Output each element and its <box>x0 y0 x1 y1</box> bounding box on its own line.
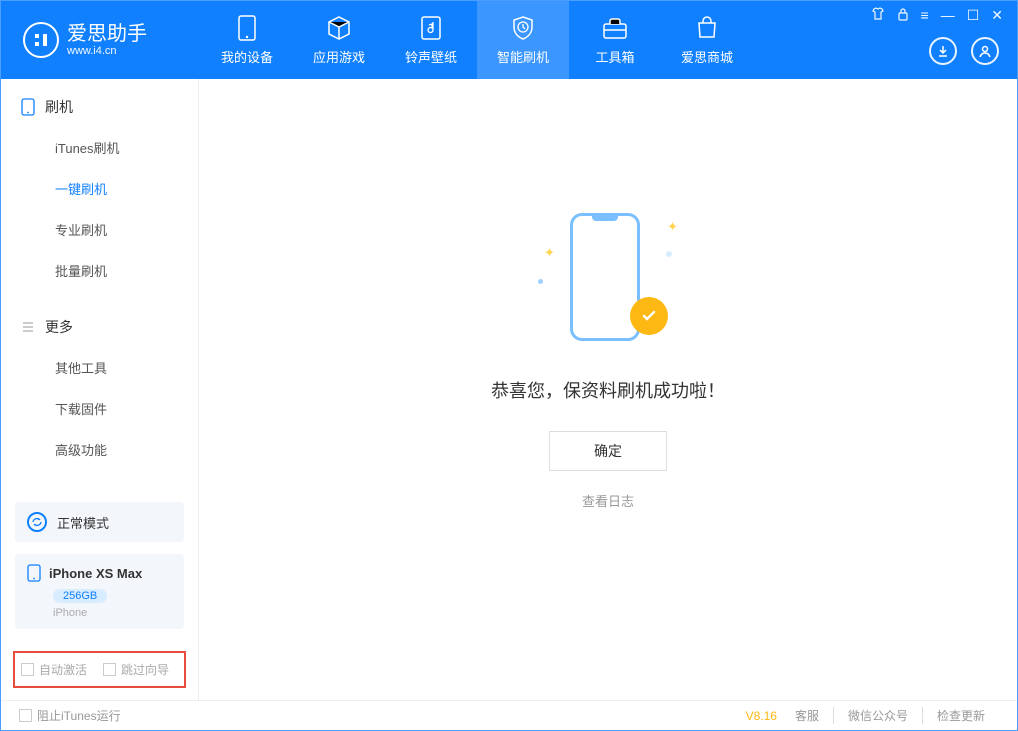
lock-icon[interactable] <box>897 7 909 24</box>
shirt-icon[interactable] <box>871 7 885 24</box>
mode-card[interactable]: 正常模式 <box>15 502 184 542</box>
sidebar-item-advanced[interactable]: 高级功能 <box>1 429 198 470</box>
checkbox-auto-activate[interactable]: 自动激活 <box>21 661 87 678</box>
check-badge-icon <box>630 297 668 335</box>
nav-ringtones[interactable]: 铃声壁纸 <box>385 1 477 79</box>
device-phone-icon <box>27 564 41 582</box>
sync-icon <box>27 512 47 532</box>
checkbox-icon <box>103 663 116 676</box>
checkbox-block-itunes[interactable]: 阻止iTunes运行 <box>19 707 121 724</box>
menu-icon[interactable]: ≡ <box>921 7 929 24</box>
main-panel: ✦ ✦ 恭喜您，保资料刷机成功啦！ 确定 查看日志 <box>199 79 1017 700</box>
device-icon <box>234 15 260 41</box>
sidebar-item-other-tools[interactable]: 其他工具 <box>1 347 198 388</box>
checkbox-icon <box>19 709 32 722</box>
sidebar-item-pro-flash[interactable]: 专业刷机 <box>1 209 198 250</box>
nav-label: 应用游戏 <box>313 47 365 66</box>
checkbox-skip-guide[interactable]: 跳过向导 <box>103 661 169 678</box>
nav-store[interactable]: 爱思商城 <box>661 1 753 79</box>
highlighted-checkbox-row: 自动激活 跳过向导 <box>13 651 186 688</box>
footer-link-support[interactable]: 客服 <box>781 707 833 724</box>
app-subtitle: www.i4.cn <box>67 45 147 57</box>
nav: 我的设备 应用游戏 铃声壁纸 智能刷机 工具箱 爱思商城 <box>201 1 753 79</box>
sidebar-item-oneclick-flash[interactable]: 一键刷机 <box>1 168 198 209</box>
nav-label: 爱思商城 <box>681 47 733 66</box>
nav-my-device[interactable]: 我的设备 <box>201 1 293 79</box>
mode-label: 正常模式 <box>57 513 109 532</box>
sidebar-section-title: 刷机 <box>45 97 73 117</box>
app-title: 爱思助手 <box>67 23 147 45</box>
nav-label: 我的设备 <box>221 47 273 66</box>
phone-outline-icon <box>570 213 640 341</box>
checkbox-label: 跳过向导 <box>121 661 169 678</box>
logo-icon <box>23 22 59 58</box>
toolbox-icon <box>602 15 628 41</box>
list-icon <box>21 320 35 334</box>
logo-area: 爱思助手 www.i4.cn <box>1 22 201 58</box>
success-message: 恭喜您，保资料刷机成功啦！ <box>491 377 725 403</box>
success-illustration: ✦ ✦ <box>538 209 678 349</box>
user-button[interactable] <box>971 37 999 65</box>
maximize-icon[interactable]: ☐ <box>967 7 980 24</box>
device-name: iPhone XS Max <box>49 566 142 581</box>
nav-label: 工具箱 <box>595 47 634 66</box>
nav-smart-flash[interactable]: 智能刷机 <box>477 1 569 79</box>
checkbox-label: 阻止iTunes运行 <box>37 707 121 724</box>
checkbox-label: 自动激活 <box>39 661 87 678</box>
close-icon[interactable]: ✕ <box>991 7 1003 24</box>
nav-label: 铃声壁纸 <box>405 47 457 66</box>
sidebar-section-more: 更多 <box>1 317 198 347</box>
ok-button[interactable]: 确定 <box>549 431 667 471</box>
header: 爱思助手 www.i4.cn 我的设备 应用游戏 铃声壁纸 智能刷机 工具箱 爱… <box>1 1 1017 79</box>
nav-toolbox[interactable]: 工具箱 <box>569 1 661 79</box>
device-type: iPhone <box>53 607 172 619</box>
footer-link-check-update[interactable]: 检查更新 <box>922 707 999 724</box>
sidebar-section-flash: 刷机 <box>1 97 198 127</box>
nav-apps-games[interactable]: 应用游戏 <box>293 1 385 79</box>
sidebar: 刷机 iTunes刷机 一键刷机 专业刷机 批量刷机 更多 其他工具 下载固件 … <box>1 79 199 700</box>
sidebar-item-batch-flash[interactable]: 批量刷机 <box>1 250 198 291</box>
nav-label: 智能刷机 <box>497 47 549 66</box>
shield-icon <box>510 15 536 41</box>
footer-link-wechat[interactable]: 微信公众号 <box>833 707 922 724</box>
sidebar-section-title: 更多 <box>45 317 73 337</box>
footer: 阻止iTunes运行 V8.16 客服 微信公众号 检查更新 <box>1 700 1017 730</box>
titlebar: ≡ — ☐ ✕ <box>871 7 1003 24</box>
download-button[interactable] <box>929 37 957 65</box>
storage-badge: 256GB <box>53 589 107 603</box>
sidebar-item-download-firmware[interactable]: 下载固件 <box>1 388 198 429</box>
header-actions <box>929 37 999 65</box>
version-label: V8.16 <box>746 709 777 723</box>
checkbox-icon <box>21 663 34 676</box>
sidebar-item-itunes-flash[interactable]: iTunes刷机 <box>1 127 198 168</box>
music-icon <box>418 15 444 41</box>
minimize-icon[interactable]: — <box>941 7 955 24</box>
view-log-link[interactable]: 查看日志 <box>582 491 634 510</box>
store-icon <box>694 15 720 41</box>
phone-icon <box>21 98 35 116</box>
device-card[interactable]: iPhone XS Max 256GB iPhone <box>15 554 184 629</box>
cube-icon <box>326 15 352 41</box>
